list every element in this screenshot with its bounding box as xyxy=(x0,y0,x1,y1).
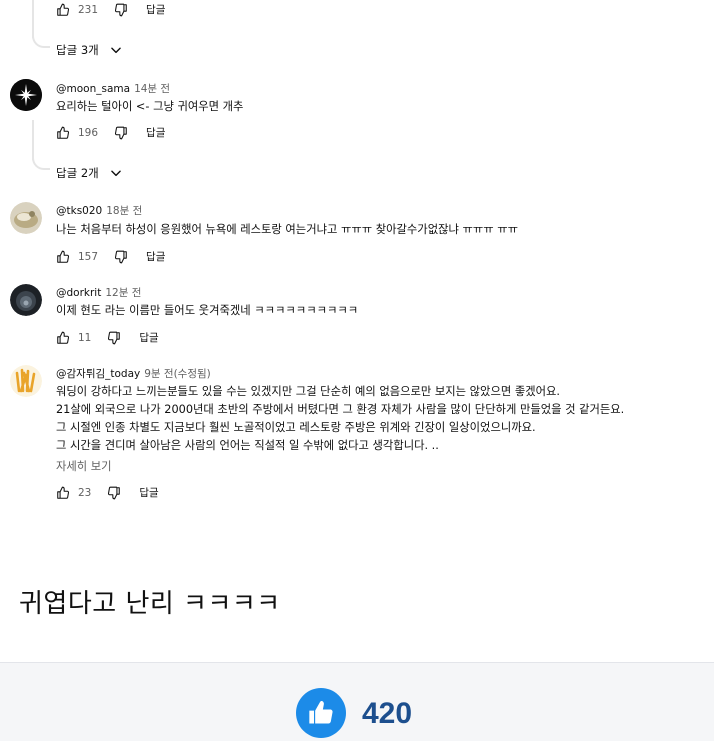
like-button[interactable]: 196 xyxy=(56,126,98,140)
dislike-button[interactable] xyxy=(114,3,128,17)
post-footer: 420 xyxy=(0,662,714,741)
sparkle-avatar-image xyxy=(10,79,42,111)
thumbs-up-icon xyxy=(57,486,70,499)
read-more-link[interactable]: 자세히 보기 xyxy=(56,458,112,474)
thread-line xyxy=(32,0,34,38)
post-caption: 귀엽다고 난리 ㅋㅋㅋㅋ xyxy=(19,589,281,619)
chevron-down-icon xyxy=(110,170,121,177)
reply-button[interactable]: 답글 xyxy=(146,2,165,17)
dislike-button[interactable] xyxy=(107,331,121,345)
comment-actions: 196 답글 xyxy=(56,125,165,140)
reply-button[interactable]: 답글 xyxy=(146,125,165,140)
comment-text-line: 21살에 외국으로 나가 2000년대 초반의 주방에서 버텼다면 그 환경 자… xyxy=(56,403,625,416)
thread-curve xyxy=(32,36,50,48)
like-count: 196 xyxy=(78,126,99,139)
like-count: 23 xyxy=(78,486,92,499)
like-button[interactable]: 157 xyxy=(56,250,98,264)
dislike-button[interactable] xyxy=(114,126,128,140)
chevron-down-icon xyxy=(110,47,121,54)
comment-header: @moon_sama 14분 전 xyxy=(56,81,170,96)
thumbs-down-icon xyxy=(115,126,127,139)
comment-header: @감자튀김_today 9분 전(수정됨) xyxy=(56,366,211,381)
thumbs-down-icon xyxy=(115,250,127,263)
comment-text-line: 그 시간을 견디며 살아남은 사람의 언어는 직설적 일 수밖에 없다고 생각합… xyxy=(56,439,439,452)
like-button[interactable]: 231 xyxy=(56,3,98,17)
comment-text-line: 워딩이 강하다고 느끼는분들도 있을 수는 있겠지만 그걸 단순히 예의 없음으… xyxy=(56,385,560,398)
fries-avatar-image xyxy=(10,365,42,397)
like-button[interactable]: 11 xyxy=(56,331,91,345)
food-avatar-image xyxy=(10,202,42,234)
like-count: 11 xyxy=(78,331,92,344)
comment-header: @dorkrit 12분 전 xyxy=(56,285,141,300)
reply-button[interactable]: 답글 xyxy=(139,330,158,345)
comment-author[interactable]: @tks020 xyxy=(56,205,102,217)
recommend-button[interactable] xyxy=(296,688,346,738)
thread-line xyxy=(32,120,34,160)
comment-actions: 157 답글 xyxy=(56,249,165,264)
comment-author[interactable]: @moon_sama xyxy=(56,83,130,95)
like-count: 231 xyxy=(78,3,99,16)
avatar[interactable] xyxy=(10,284,42,316)
comment-text: 요리하는 털아이 <- 그냥 귀여우면 개추 xyxy=(56,100,244,113)
comment-text: 나는 처음부터 하성이 응원했어 뉴욕에 레스토랑 여는거냐고 ㅠㅠㅠ 찾아갈수… xyxy=(56,223,519,236)
dislike-button[interactable] xyxy=(114,250,128,264)
replies-toggle-label: 답글 3개 xyxy=(56,43,99,57)
comment-time[interactable]: 14분 전 xyxy=(134,83,170,95)
avatar[interactable] xyxy=(10,365,42,397)
comment-time[interactable]: 9분 전(수정됨) xyxy=(144,368,211,380)
thumbs-up-icon xyxy=(309,700,333,724)
recommend-count: 420 xyxy=(362,697,413,730)
thumbs-up-icon xyxy=(57,331,70,344)
thumbs-up-icon xyxy=(57,126,70,139)
thumbs-up-icon xyxy=(57,3,70,16)
thread-curve xyxy=(32,158,50,170)
comment-time[interactable]: 12분 전 xyxy=(105,287,141,299)
avatar[interactable] xyxy=(10,202,42,234)
comment-header: @tks020 18분 전 xyxy=(56,203,142,218)
replies-toggle[interactable]: 답글 3개 xyxy=(56,42,123,58)
comment-actions: 11 답글 xyxy=(56,330,159,345)
comment-time[interactable]: 18분 전 xyxy=(106,205,142,217)
thumbs-down-icon xyxy=(108,331,121,344)
comment-text-line: 그 시절엔 인종 차별도 지금보다 훨씬 노골적이었고 레스토랑 주방은 위계와… xyxy=(56,421,536,434)
comment-author[interactable]: @감자튀김_today xyxy=(56,368,140,380)
thumbs-up-icon xyxy=(57,250,70,263)
comment-author[interactable]: @dorkrit xyxy=(56,287,101,299)
avatar[interactable] xyxy=(10,79,42,111)
comment-actions: 231 답글 xyxy=(56,2,165,17)
comment-text: 이제 현도 라는 이름만 들어도 웃겨죽겠네 ㅋㅋㅋㅋㅋㅋㅋㅋㅋㅋ xyxy=(56,304,359,317)
reply-button[interactable]: 답글 xyxy=(139,485,158,500)
thumbs-down-icon xyxy=(108,486,121,499)
comment-actions: 23 답글 xyxy=(56,485,159,500)
dislike-button[interactable] xyxy=(107,486,121,500)
thumbs-down-icon xyxy=(115,3,127,16)
like-count: 157 xyxy=(78,250,99,263)
like-button[interactable]: 23 xyxy=(56,486,91,500)
replies-toggle-label: 답글 2개 xyxy=(56,166,99,180)
replies-toggle[interactable]: 답글 2개 xyxy=(56,165,123,181)
reply-button[interactable]: 답글 xyxy=(146,249,165,264)
tunnel-avatar-image xyxy=(10,284,42,316)
